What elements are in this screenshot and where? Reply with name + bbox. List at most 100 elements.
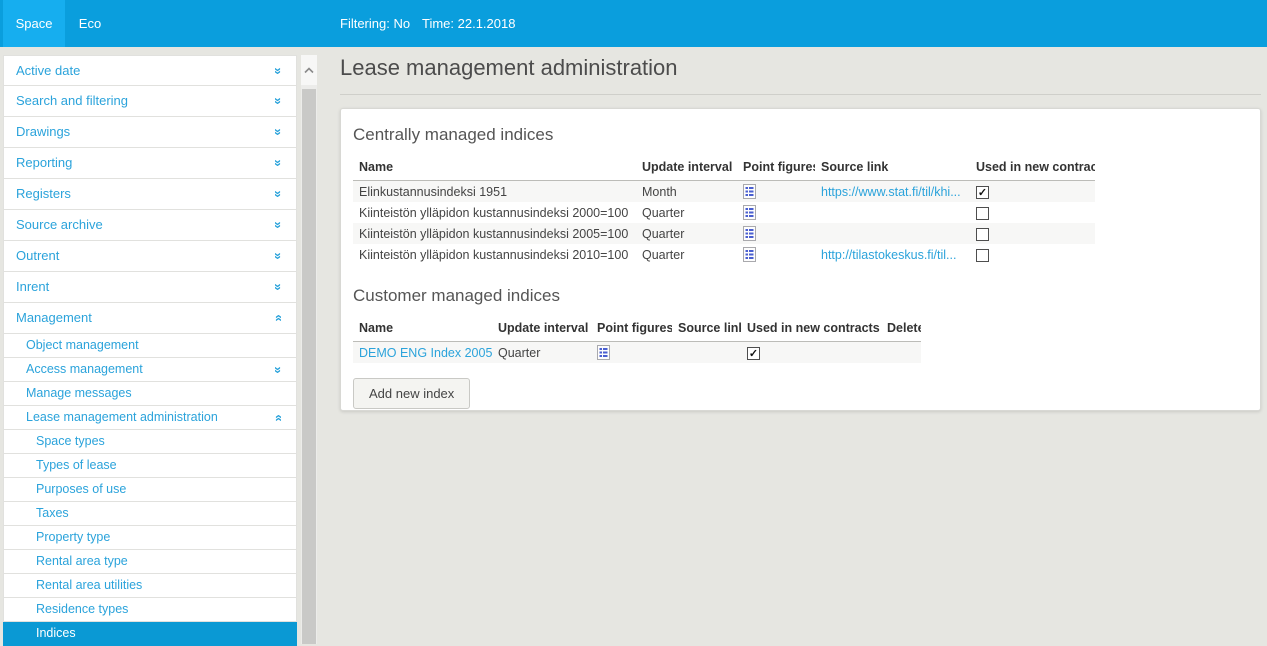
sidebar-item-purposes-of-use[interactable]: Purposes of use	[3, 478, 297, 502]
sidebar-nav: Active date » Search and filtering » Dra…	[3, 55, 297, 646]
indices-panel: Centrally managed indices Name Update in…	[340, 108, 1261, 411]
chevron-icon[interactable]: »	[270, 248, 286, 264]
sidebar-item-label: Rental area type	[36, 554, 128, 568]
sidebar-item-label: Registers	[16, 186, 71, 201]
chevron-icon[interactable]: »	[270, 186, 286, 202]
sidebar-item-taxes[interactable]: Taxes	[3, 502, 297, 526]
index-update-interval: Quarter	[492, 342, 591, 364]
sidebar-item-label: Access management	[26, 362, 143, 376]
sidebar-item-rental-area-utilities[interactable]: Rental area utilities	[3, 574, 297, 598]
sidebar-item-lease-management-administration[interactable]: Lease management administration »	[3, 406, 297, 430]
sidebar-item-inrent[interactable]: Inrent »	[3, 272, 297, 303]
tab-space[interactable]: Space	[3, 0, 65, 47]
sidebar-item-label: Source archive	[16, 217, 103, 232]
sidebar-item-management[interactable]: Management »	[3, 303, 297, 334]
chevron-icon[interactable]: »	[270, 155, 286, 171]
central-table-header-row: Name Update interval Point figures Sourc…	[353, 157, 1095, 181]
column-header-source-link: Source link	[815, 157, 970, 181]
column-header-point-figures: Point figures	[591, 318, 672, 342]
delete-cell	[881, 342, 921, 364]
sidebar-item-label: Taxes	[36, 506, 69, 520]
sidebar-item-label: Inrent	[16, 279, 49, 294]
sidebar-item-label: Rental area utilities	[36, 578, 142, 592]
sidebar-item-active-date[interactable]: Active date »	[3, 55, 297, 86]
chevron-icon[interactable]: »	[270, 362, 286, 378]
point-figures-icon[interactable]	[743, 205, 756, 220]
sidebar-item-label: Active date	[16, 63, 80, 78]
central-index-row: Kiinteistön ylläpidon kustannusindeksi 2…	[353, 202, 1095, 223]
used-in-new-contracts-checkbox[interactable]	[976, 249, 989, 262]
sidebar-item-source-archive[interactable]: Source archive »	[3, 210, 297, 241]
sidebar-item-label: Indices	[36, 626, 76, 640]
index-name: Kiinteistön ylläpidon kustannusindeksi 2…	[353, 202, 636, 223]
page-title: Lease management administration	[340, 55, 678, 81]
title-divider	[340, 94, 1261, 95]
sidebar-item-label: Property type	[36, 530, 110, 544]
app-header: Space Eco Filtering: No Time: 22.1.2018	[0, 0, 1267, 47]
used-in-new-contracts-checkbox[interactable]: ✓	[976, 186, 989, 199]
index-update-interval: Month	[636, 181, 737, 203]
chevron-icon[interactable]: »	[270, 217, 286, 233]
sidebar-item-drawings[interactable]: Drawings »	[3, 117, 297, 148]
sidebar-item-reporting[interactable]: Reporting »	[3, 148, 297, 179]
add-new-index-button[interactable]: Add new index	[353, 378, 470, 409]
sidebar-item-label: Purposes of use	[36, 482, 126, 496]
sidebar-item-types-of-lease[interactable]: Types of lease	[3, 454, 297, 478]
sidebar-item-property-type[interactable]: Property type	[3, 526, 297, 550]
sidebar-item-manage-messages[interactable]: Manage messages	[3, 382, 297, 406]
chevron-icon[interactable]: »	[270, 410, 286, 426]
source-link[interactable]: http://tilastokeskus.fi/til...	[821, 248, 956, 262]
sidebar-item-search-and-filtering[interactable]: Search and filtering »	[3, 86, 297, 117]
sidebar-item-label: Lease management administration	[26, 410, 218, 424]
chevron-icon[interactable]: »	[270, 124, 286, 140]
sidebar-scrollbar[interactable]	[301, 55, 317, 644]
used-in-new-contracts-checkbox[interactable]	[976, 207, 989, 220]
customer-table-header-row: Name Update interval Point figures Sourc…	[353, 318, 921, 342]
point-figures-icon[interactable]	[743, 226, 756, 241]
central-indices-table: Name Update interval Point figures Sourc…	[353, 157, 1095, 265]
sidebar-item-label: Manage messages	[26, 386, 132, 400]
sidebar-item-space-types[interactable]: Space types	[3, 430, 297, 454]
central-indices-title: Centrally managed indices	[353, 125, 1260, 145]
point-figures-icon[interactable]	[743, 184, 756, 199]
column-header-delete: Delete	[881, 318, 921, 342]
chevron-icon[interactable]: »	[270, 279, 286, 295]
sidebar-item-rental-area-type[interactable]: Rental area type	[3, 550, 297, 574]
sidebar-item-indices[interactable]: Indices	[3, 622, 297, 646]
chevron-icon[interactable]: »	[270, 63, 286, 79]
tab-eco[interactable]: Eco	[65, 0, 115, 47]
sidebar-item-label: Residence types	[36, 602, 128, 616]
column-header-name: Name	[353, 157, 636, 181]
point-figures-icon[interactable]	[597, 345, 610, 360]
sidebar-item-label: Outrent	[16, 248, 59, 263]
used-in-new-contracts-checkbox[interactable]: ✓	[747, 347, 760, 360]
column-header-point-figures: Point figures	[737, 157, 815, 181]
column-header-used-in-new-contracts: Used in new contracts	[741, 318, 881, 342]
chevron-icon[interactable]: »	[270, 310, 286, 326]
sidebar-item-label: Drawings	[16, 124, 70, 139]
sidebar-item-access-management[interactable]: Access management »	[3, 358, 297, 382]
sidebar-item-label: Management	[16, 310, 92, 325]
time-status: Time: 22.1.2018	[422, 0, 515, 47]
index-update-interval: Quarter	[636, 202, 737, 223]
central-index-row: Kiinteistön ylläpidon kustannusindeksi 2…	[353, 244, 1095, 265]
sidebar-item-label: Object management	[26, 338, 139, 352]
chevron-icon[interactable]: »	[270, 93, 286, 109]
central-index-row: Kiinteistön ylläpidon kustannusindeksi 2…	[353, 223, 1095, 244]
index-name: Kiinteistön ylläpidon kustannusindeksi 2…	[353, 244, 636, 265]
index-name-link[interactable]: DEMO ENG Index 2005	[359, 346, 492, 360]
column-header-update-interval: Update interval	[492, 318, 591, 342]
point-figures-icon[interactable]	[743, 247, 756, 262]
sidebar-item-label: Types of lease	[36, 458, 117, 472]
customer-indices-title: Customer managed indices	[353, 286, 1260, 306]
scrollbar-thumb[interactable]	[302, 89, 316, 644]
source-link[interactable]: https://www.stat.fi/til/khi...	[821, 185, 961, 199]
sidebar-item-registers[interactable]: Registers »	[3, 179, 297, 210]
used-in-new-contracts-checkbox[interactable]	[976, 228, 989, 241]
sidebar-item-residence-types[interactable]: Residence types	[3, 598, 297, 622]
customer-index-row: DEMO ENG Index 2005 Quarter ✓	[353, 342, 921, 364]
customer-indices-table: Name Update interval Point figures Sourc…	[353, 318, 921, 363]
sidebar-item-object-management[interactable]: Object management	[3, 334, 297, 358]
scroll-up-arrow-icon[interactable]	[301, 55, 317, 85]
sidebar-item-outrent[interactable]: Outrent »	[3, 241, 297, 272]
